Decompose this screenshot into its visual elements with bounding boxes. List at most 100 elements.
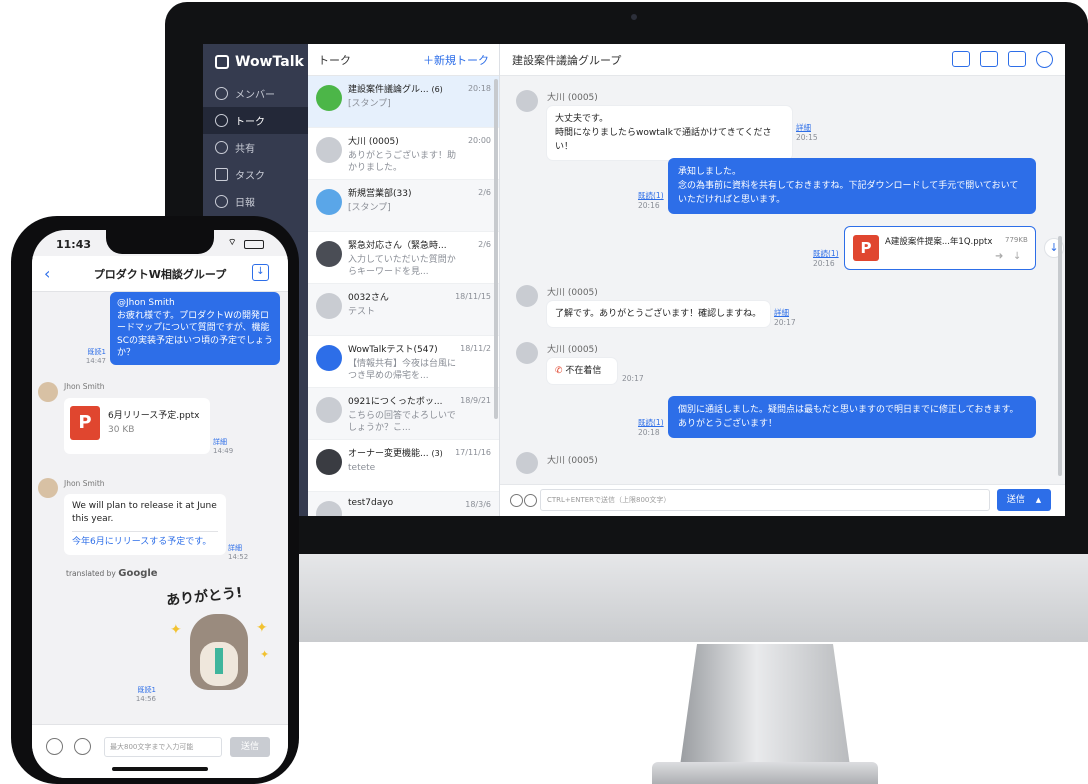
talk-preview: [スタンプ] xyxy=(348,203,391,213)
detail-link[interactable]: 詳細 xyxy=(796,123,818,133)
new-talk-button[interactable]: ＋新規トーク xyxy=(423,52,489,68)
talk-list-item[interactable]: オーナー変更機能... (3) tetete 17/11/16 xyxy=(308,440,499,492)
detail-link[interactable]: 詳細 xyxy=(228,544,248,553)
message-text: ありがとうございます！ xyxy=(678,419,778,429)
avatar xyxy=(516,90,538,112)
file-name: 6月リリース予定.pptx xyxy=(108,411,200,421)
message-text: 大丈夫です。 xyxy=(555,114,609,124)
message-time: 14:56 xyxy=(135,695,156,703)
sidebar-item-label: メンバー xyxy=(235,90,275,101)
message-bubble-out: 承知しました。 念の為事前に資料を共有しておきますね。下記ダウンロードして手元で… xyxy=(668,158,1036,214)
talk-list-item[interactable]: 新規営業部(33) [スタンプ] 2/6 xyxy=(308,180,499,232)
read-receipt[interactable]: 既読(1) xyxy=(638,418,664,428)
google-logo: Google xyxy=(118,568,158,579)
chat-pane: 建設案件議論グループ 大川 (0005) 大丈夫です。 時間になりましたらwow… xyxy=(500,44,1065,516)
talk-preview: [スタンプ] xyxy=(348,99,391,109)
message-input[interactable]: CTRL+ENTERで送信（上限800文字） xyxy=(540,489,990,511)
forward-icon[interactable]: ➜ xyxy=(995,251,1003,262)
note-icon[interactable] xyxy=(980,51,998,67)
file-attachment[interactable]: P A建設案件提案...年1Q.pptx 779KB ➜ ↓ xyxy=(844,226,1036,270)
mobile-message-list: @Jhon Smith お疲れ様です。プロダクトWの開発ロードマップについて質問… xyxy=(32,292,288,722)
chat-title: プロダクトW相談グループ xyxy=(93,268,227,281)
file-name: A建設案件提案...年1Q.pptx xyxy=(885,237,993,247)
message-time: 20:15 xyxy=(796,133,818,142)
talk-list-item[interactable]: 緊急対応さん（緊急時... 入力していただいた質問からキーワードを見... 2/… xyxy=(308,232,499,284)
sidebar-item-members[interactable]: メンバー xyxy=(203,80,308,107)
talk-list-item[interactable]: 0921につくったボッ... こちらの回答でよろしいでしょうか？こ... 18/… xyxy=(308,388,499,440)
mobile-nav-bar: ‹ プロダクトW相談グループ ↓ xyxy=(32,256,288,292)
message-text: 承知しました。 xyxy=(678,167,742,177)
plus-icon[interactable] xyxy=(510,494,523,507)
chat-input-bar: CTRL+ENTERで送信（上限800文字） 送信 ▲ xyxy=(500,484,1065,516)
message-meta: 既読1 14:56 xyxy=(132,686,156,704)
task-icon xyxy=(215,168,228,181)
read-receipt[interactable]: 既読(1) xyxy=(813,249,839,259)
avatar xyxy=(516,452,538,474)
sidebar-item-share[interactable]: 共有 xyxy=(203,134,308,161)
unread-count: (6) xyxy=(431,85,443,94)
talk-list-item[interactable]: 建設案件議論グル... (6) [スタンプ] 20:18 xyxy=(308,76,499,128)
chevron-up-icon[interactable]: ▲ xyxy=(1036,496,1041,504)
avatar xyxy=(516,342,538,364)
message-time: 14:47 xyxy=(85,357,106,365)
sender-name: 大川 (0005) xyxy=(547,345,598,355)
read-receipt[interactable]: 既読1 xyxy=(82,348,106,357)
avatar xyxy=(38,478,58,498)
file-size: 30 KB xyxy=(108,425,135,435)
read-receipt[interactable]: 既読(1) xyxy=(638,191,664,201)
read-receipt[interactable]: 既読1 xyxy=(132,686,156,695)
emoji-icon[interactable] xyxy=(524,494,537,507)
mobile-app: 11:43 ⌔ ‹ プロダクトW相談グループ ↓ @Jhon Smith お疲れ… xyxy=(32,230,288,778)
talk-name: 新規営業部(33) xyxy=(348,189,412,199)
download-icon[interactable]: ↓ xyxy=(252,264,269,281)
talk-list-item[interactable]: 大川 (0005) ありがとうございます！助かりました。 20:00 xyxy=(308,128,499,180)
talk-preview: 【情報共有】今夜は台風につき早めの帰宅を... xyxy=(348,359,457,381)
avatar xyxy=(38,382,58,402)
talk-list-item[interactable]: 0032さん テスト 18/11/15 xyxy=(308,284,499,336)
message-input[interactable]: 最大800文字まで入力可能 xyxy=(104,737,222,757)
message-text: We will plan to release it at June this … xyxy=(72,501,217,524)
download-small-icon[interactable]: ↓ xyxy=(1013,251,1021,262)
talk-list-header: トーク ＋新規トーク xyxy=(308,44,499,76)
sidebar-item-task[interactable]: タスク xyxy=(203,161,308,188)
message-text: いただければと思います。 xyxy=(678,195,786,205)
send-button[interactable]: 送信 xyxy=(230,737,270,757)
detail-link[interactable]: 詳細 xyxy=(213,438,233,447)
emoji-icon[interactable] xyxy=(74,738,91,755)
message-list: 大川 (0005) 大丈夫です。 時間になりましたらwowtalkで通話かけてき… xyxy=(500,76,1065,480)
sidebar-item-daily-report[interactable]: 日報 xyxy=(203,188,308,215)
sidebar-item-talk[interactable]: トーク xyxy=(203,107,308,134)
sticker-text: ありがとう! xyxy=(165,585,244,609)
message-text: 時間になりましたらwowtalkで通話かけてきてください！ xyxy=(555,128,772,152)
talk-list-scrollbar[interactable] xyxy=(494,79,498,419)
mention: @Jhon Smith xyxy=(117,298,175,308)
message-bubble: 了解です。ありがとうございます！確認しますね。 xyxy=(547,301,770,327)
file-attachment[interactable]: P 6月リリース予定.pptx 30 KB xyxy=(64,398,210,454)
talk-list: トーク ＋新規トーク 建設案件議論グル... (6) [スタンプ] 20:18 … xyxy=(308,44,500,516)
talk-list-item[interactable]: test7dayo 18/3/6 xyxy=(308,492,499,516)
talk-name: 大川 (0005) xyxy=(348,137,399,147)
phone-notch xyxy=(106,230,214,254)
talk-list-item[interactable]: WowTalkテスト(547) 【情報共有】今夜は台風につき早めの帰宅を... … xyxy=(308,336,499,388)
message-text: 念の為事前に資料を共有しておきますね。下記ダウンロードして手元で開いておいて xyxy=(678,181,1019,191)
image-icon[interactable] xyxy=(952,51,970,67)
send-label: 送信 xyxy=(1006,495,1025,505)
chat-scrollbar[interactable] xyxy=(1058,236,1062,476)
message-time: 14:52 xyxy=(228,553,249,561)
send-button[interactable]: 送信 ▲ xyxy=(997,489,1051,511)
plus-icon[interactable] xyxy=(46,738,63,755)
detail-link[interactable]: 詳細 xyxy=(774,308,796,318)
message-text: 個別に通話しました。疑問点は最もだと思いますので明日までに修正しておきます。 xyxy=(678,405,1019,415)
talk-time: 18/3/6 xyxy=(465,500,491,509)
talk-name: 緊急対応さん（緊急時... xyxy=(348,241,447,251)
chat-toolbar xyxy=(952,51,1053,68)
more-icon[interactable] xyxy=(1036,51,1053,68)
avatar xyxy=(316,449,342,475)
message-meta: 既読1 14:47 xyxy=(82,348,106,366)
folder-icon[interactable] xyxy=(1008,51,1026,67)
message-time: 14:49 xyxy=(213,447,234,455)
talk-time: 18/11/2 xyxy=(460,344,491,353)
sparkle-icon: ✦ xyxy=(260,648,270,661)
missed-call-bubble[interactable]: ✆ 不在着信 xyxy=(547,358,617,384)
share-icon xyxy=(215,141,228,154)
